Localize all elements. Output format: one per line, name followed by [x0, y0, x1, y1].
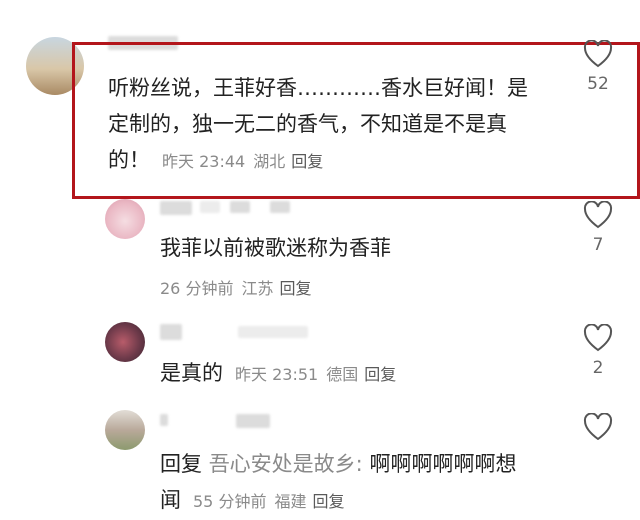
comment-location: 湖北: [253, 152, 286, 171]
comment-meta: 26 分钟前 江苏 回复: [160, 275, 311, 299]
comment-text: 我菲以前被歌迷称为香菲: [160, 236, 391, 260]
comment-text: 回复 吾心安处是故乡: 啊啊啊啊啊啊想 闻 55 分钟前 福建 回复: [160, 446, 550, 520]
comment-text: 是真的: [160, 361, 223, 385]
username-redacted: [238, 326, 308, 338]
username-redacted: [160, 201, 192, 215]
fade-overlay: [520, 440, 640, 517]
reply-button[interactable]: 回复: [279, 279, 311, 298]
comment-text-line: 闻: [160, 488, 181, 512]
comment-location: 德国: [326, 365, 359, 384]
like-count: 7: [592, 235, 604, 255]
like-group: 52: [578, 39, 618, 94]
like-count: 2: [592, 358, 604, 378]
comment-text: 听粉丝说，王菲好香…………香水巨好闻！是 定制的，独一无二的香气，不知道是不是真…: [108, 70, 568, 180]
comment-row: 是真的 昨天 23:51 德国 回复: [160, 355, 396, 391]
reply-button[interactable]: 回复: [291, 152, 323, 171]
reply-button[interactable]: 回复: [312, 492, 344, 511]
comment-time: 26 分钟前: [160, 279, 234, 298]
heart-icon[interactable]: [583, 412, 613, 441]
username-redacted: [200, 201, 220, 213]
comment-time: 昨天 23:51: [235, 365, 319, 384]
comment-text-line: 啊啊啊啊啊啊想: [369, 452, 517, 476]
comment-time: 昨天 23:44: [162, 152, 246, 171]
reply-prefix: 回复: [160, 452, 202, 476]
avatar[interactable]: [105, 322, 145, 362]
comment-meta: 昨天 23:44 湖北 回复: [162, 144, 323, 180]
comment-time: 55 分钟前: [193, 492, 267, 511]
heart-icon[interactable]: [583, 200, 613, 229]
comment-location: 江苏: [241, 279, 274, 298]
heart-icon[interactable]: [583, 39, 613, 68]
username-redacted: [270, 201, 290, 213]
reply-to-user[interactable]: 吾心安处是故乡:: [209, 452, 363, 476]
comment-text-line: 定制的，独一无二的香气，不知道是不是真: [108, 112, 507, 136]
comment-location: 福建: [274, 492, 307, 511]
avatar[interactable]: [105, 199, 145, 239]
reply-button[interactable]: 回复: [364, 365, 396, 384]
comment-text-line: 的！: [108, 148, 150, 172]
username-redacted: [160, 414, 168, 426]
username-redacted: [230, 201, 250, 213]
username-redacted: [160, 324, 182, 340]
comment-text-line: 听粉丝说，王菲好香…………香水巨好闻！是: [108, 76, 528, 100]
username-redacted: [236, 414, 270, 428]
comment-meta: 55 分钟前 福建 回复: [193, 484, 344, 520]
like-group: 2: [578, 323, 618, 378]
like-group: 7: [578, 200, 618, 255]
avatar[interactable]: [105, 410, 145, 450]
heart-icon[interactable]: [583, 323, 613, 352]
comment-meta: 昨天 23:51 德国 回复: [235, 361, 396, 385]
like-count: 52: [587, 74, 609, 94]
